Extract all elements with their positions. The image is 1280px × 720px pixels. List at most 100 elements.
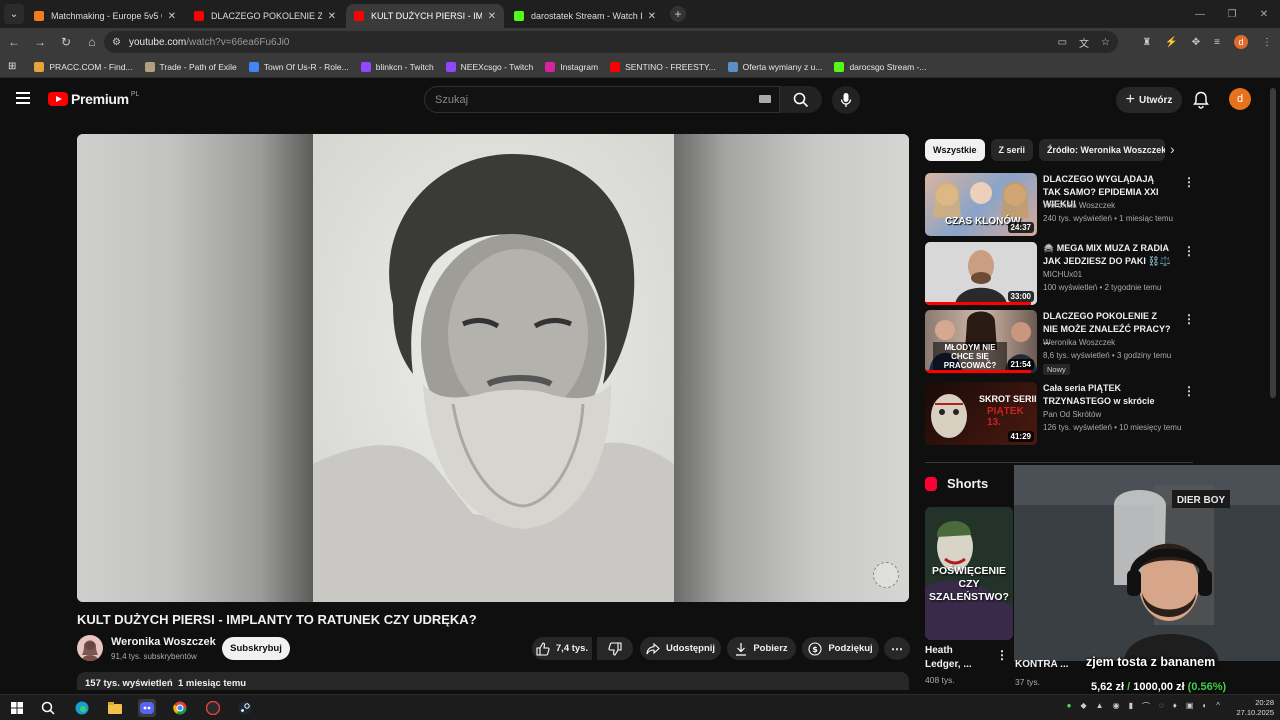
search-input[interactable]: Szukaj	[424, 86, 780, 113]
description-box[interactable]: 157 tys. wyświetleń 1 miesiąc temu	[77, 672, 909, 690]
browser-tab-active[interactable]: KULT DUŻYCH PIERSI - IMPLAN ✕	[346, 4, 504, 28]
apps-grid-icon[interactable]: ⊞	[8, 61, 16, 72]
chip-from-series[interactable]: Z serii	[990, 139, 1034, 161]
tray-icon[interactable]: ▣	[1186, 701, 1194, 712]
reading-list-icon[interactable]: ≡	[1214, 37, 1220, 48]
minimize-icon[interactable]: —	[1184, 0, 1216, 28]
more-options-icon[interactable]: ⋮	[996, 648, 1008, 662]
reload-icon[interactable]: ↻	[54, 35, 78, 49]
restore-icon[interactable]: ❐	[1216, 0, 1248, 28]
browser-menu-icon[interactable]: ⋮	[1262, 37, 1272, 48]
close-window-icon[interactable]: ✕	[1248, 0, 1280, 28]
bookmark-item[interactable]: Trade - Path of Exile	[144, 61, 237, 72]
create-button[interactable]: + Utwórz	[1116, 87, 1182, 113]
close-tab-icon[interactable]: ✕	[648, 11, 656, 22]
taskbar-clock[interactable]: 20:28 27.10.2025	[1236, 698, 1274, 718]
translate-icon[interactable]: 文	[1079, 35, 1089, 50]
tray-icon[interactable]: ◌	[1159, 701, 1164, 712]
tray-icon[interactable]: ●	[1067, 701, 1072, 712]
file-explorer-icon[interactable]	[106, 699, 124, 717]
app-icon[interactable]	[204, 699, 222, 717]
profile-avatar[interactable]: d	[1234, 35, 1248, 49]
notifications-bell-icon[interactable]	[1193, 91, 1209, 114]
menu-hamburger-icon[interactable]	[16, 92, 30, 104]
search-icon[interactable]	[39, 699, 57, 717]
recommendation-channel[interactable]: Weronika Woszczek	[1043, 338, 1115, 347]
recommendation-channel[interactable]: MICHUx01	[1043, 270, 1082, 279]
steam-icon[interactable]	[236, 699, 254, 717]
chip-all[interactable]: Wszystkie	[925, 139, 985, 161]
forward-icon[interactable]: →	[28, 35, 52, 49]
bookmark-item[interactable]: blinkcn - Twitch	[360, 61, 434, 72]
short-title[interactable]: Heath Ledger, ...	[925, 644, 985, 672]
bookmark-item[interactable]: NEEXcsgo - Twitch	[445, 61, 533, 72]
bookmark-item[interactable]: Town Of Us-R - Role...	[248, 61, 349, 72]
cast-icon[interactable]: ▭	[1058, 37, 1067, 48]
extension-icon[interactable]: ♜	[1142, 37, 1151, 48]
dislike-button[interactable]	[597, 637, 633, 660]
new-tab-button[interactable]: +	[670, 6, 686, 22]
chevron-right-icon[interactable]: ›	[1170, 141, 1175, 157]
video-thumbnail[interactable]: MŁODYM NIE CHCE SIĘ PRACOWAĆ? 21:54	[925, 310, 1037, 373]
tray-icon[interactable]: ◉	[1113, 701, 1120, 712]
back-icon[interactable]: ←	[2, 35, 26, 49]
channel-avatar[interactable]	[77, 635, 103, 661]
address-bar[interactable]: ⚙ youtube.com/watch?v=66ea6Fu6Ji0	[104, 31, 1118, 53]
short-title[interactable]: KONTRA ...	[1015, 659, 1069, 670]
more-options-icon[interactable]: ⋮	[1183, 384, 1195, 398]
more-options-icon[interactable]: ⋮	[1183, 175, 1195, 189]
bookmark-item[interactable]: Instagram	[545, 61, 598, 72]
site-info-icon[interactable]: ⚙	[112, 37, 121, 48]
video-player[interactable]	[77, 134, 909, 602]
more-options-icon[interactable]: ⋮	[1183, 312, 1195, 326]
tray-icon[interactable]: ♦	[1173, 701, 1177, 712]
tray-icon[interactable]: ◐	[1202, 701, 1207, 712]
bookmark-item[interactable]: Oferta wymiany z u...	[727, 61, 822, 72]
close-tab-icon[interactable]: ✕	[328, 11, 336, 22]
account-avatar[interactable]: d	[1229, 88, 1251, 110]
close-tab-icon[interactable]: ✕	[168, 11, 176, 22]
video-watermark-icon[interactable]	[873, 562, 899, 588]
close-tab-icon[interactable]: ✕	[488, 11, 496, 22]
recommendation-title[interactable]: 🚔 MEGA MIX MUZA Z RADIA JAK JEDZIESZ DO …	[1043, 242, 1173, 267]
more-actions-button[interactable]: ⋯	[884, 637, 910, 660]
channel-name[interactable]: Weronika Woszczek	[111, 636, 216, 648]
recommendation-item[interactable]: SKROT SERII PIĄTEK 13. 41:29 Cała seria …	[925, 382, 1270, 446]
browser-tab[interactable]: DLACZEGO POKOLENIE Z NIE M ✕	[186, 4, 344, 28]
subscribe-button[interactable]: Subskrybuj	[222, 637, 290, 660]
browser-tab[interactable]: darostatek Stream - Watch Live ✕	[506, 4, 664, 28]
tray-icon[interactable]: ⌒	[1142, 701, 1150, 712]
chrome-icon[interactable]	[171, 699, 189, 717]
youtube-premium-logo[interactable]: Premium PL	[48, 91, 139, 107]
video-thumbnail[interactable]: SKROT SERII PIĄTEK 13. 41:29	[925, 382, 1037, 445]
bookmark-star-icon[interactable]: ☆	[1101, 37, 1110, 48]
share-button[interactable]: Udostępnij	[640, 637, 721, 660]
windows-start-icon[interactable]	[8, 699, 26, 717]
recommendation-item[interactable]: 33:00 🚔 MEGA MIX MUZA Z RADIA JAK JEDZIE…	[925, 242, 1270, 306]
search-button[interactable]	[780, 86, 822, 113]
bookmark-item[interactable]: SENTINO - FREESTY...	[610, 61, 716, 72]
bookmark-item[interactable]: darocsgo Stream -...	[834, 61, 926, 72]
voice-search-button[interactable]	[832, 86, 860, 114]
tray-icon[interactable]: ◆	[1081, 701, 1087, 712]
video-thumbnail[interactable]: 33:00	[925, 242, 1037, 305]
keyboard-icon[interactable]	[759, 95, 771, 103]
discord-icon[interactable]	[138, 699, 156, 717]
like-button[interactable]: 7,4 tys.	[532, 637, 592, 660]
tab-search-button[interactable]: ⌄	[4, 4, 24, 24]
chevron-up-icon[interactable]: ^	[1216, 701, 1220, 712]
edge-icon[interactable]	[73, 699, 91, 717]
extensions-puzzle-icon[interactable]: ✥	[1192, 37, 1200, 48]
page-scrollbar[interactable]	[1270, 88, 1276, 398]
more-options-icon[interactable]: ⋮	[1183, 244, 1195, 258]
tray-icon[interactable]: ▮	[1129, 701, 1133, 712]
thanks-button[interactable]: $ Podziękuj	[802, 637, 879, 660]
recommendation-item[interactable]: MŁODYM NIE CHCE SIĘ PRACOWAĆ? 21:54 DLAC…	[925, 310, 1270, 375]
recommendation-channel[interactable]: Weronika Woszczek	[1043, 201, 1115, 210]
home-icon[interactable]: ⌂	[80, 35, 104, 49]
tray-icon[interactable]: ▲	[1096, 701, 1104, 712]
download-button[interactable]: Pobierz	[727, 637, 796, 660]
chip-from-channel[interactable]: Źródło: Weronika Woszczek	[1039, 139, 1166, 161]
short-thumbnail[interactable]: POŚWIĘCENIE CZY SZALEŃSTWO?	[925, 507, 1013, 640]
browser-tab[interactable]: Matchmaking - Europe 5v5 Que ✕	[26, 4, 184, 28]
